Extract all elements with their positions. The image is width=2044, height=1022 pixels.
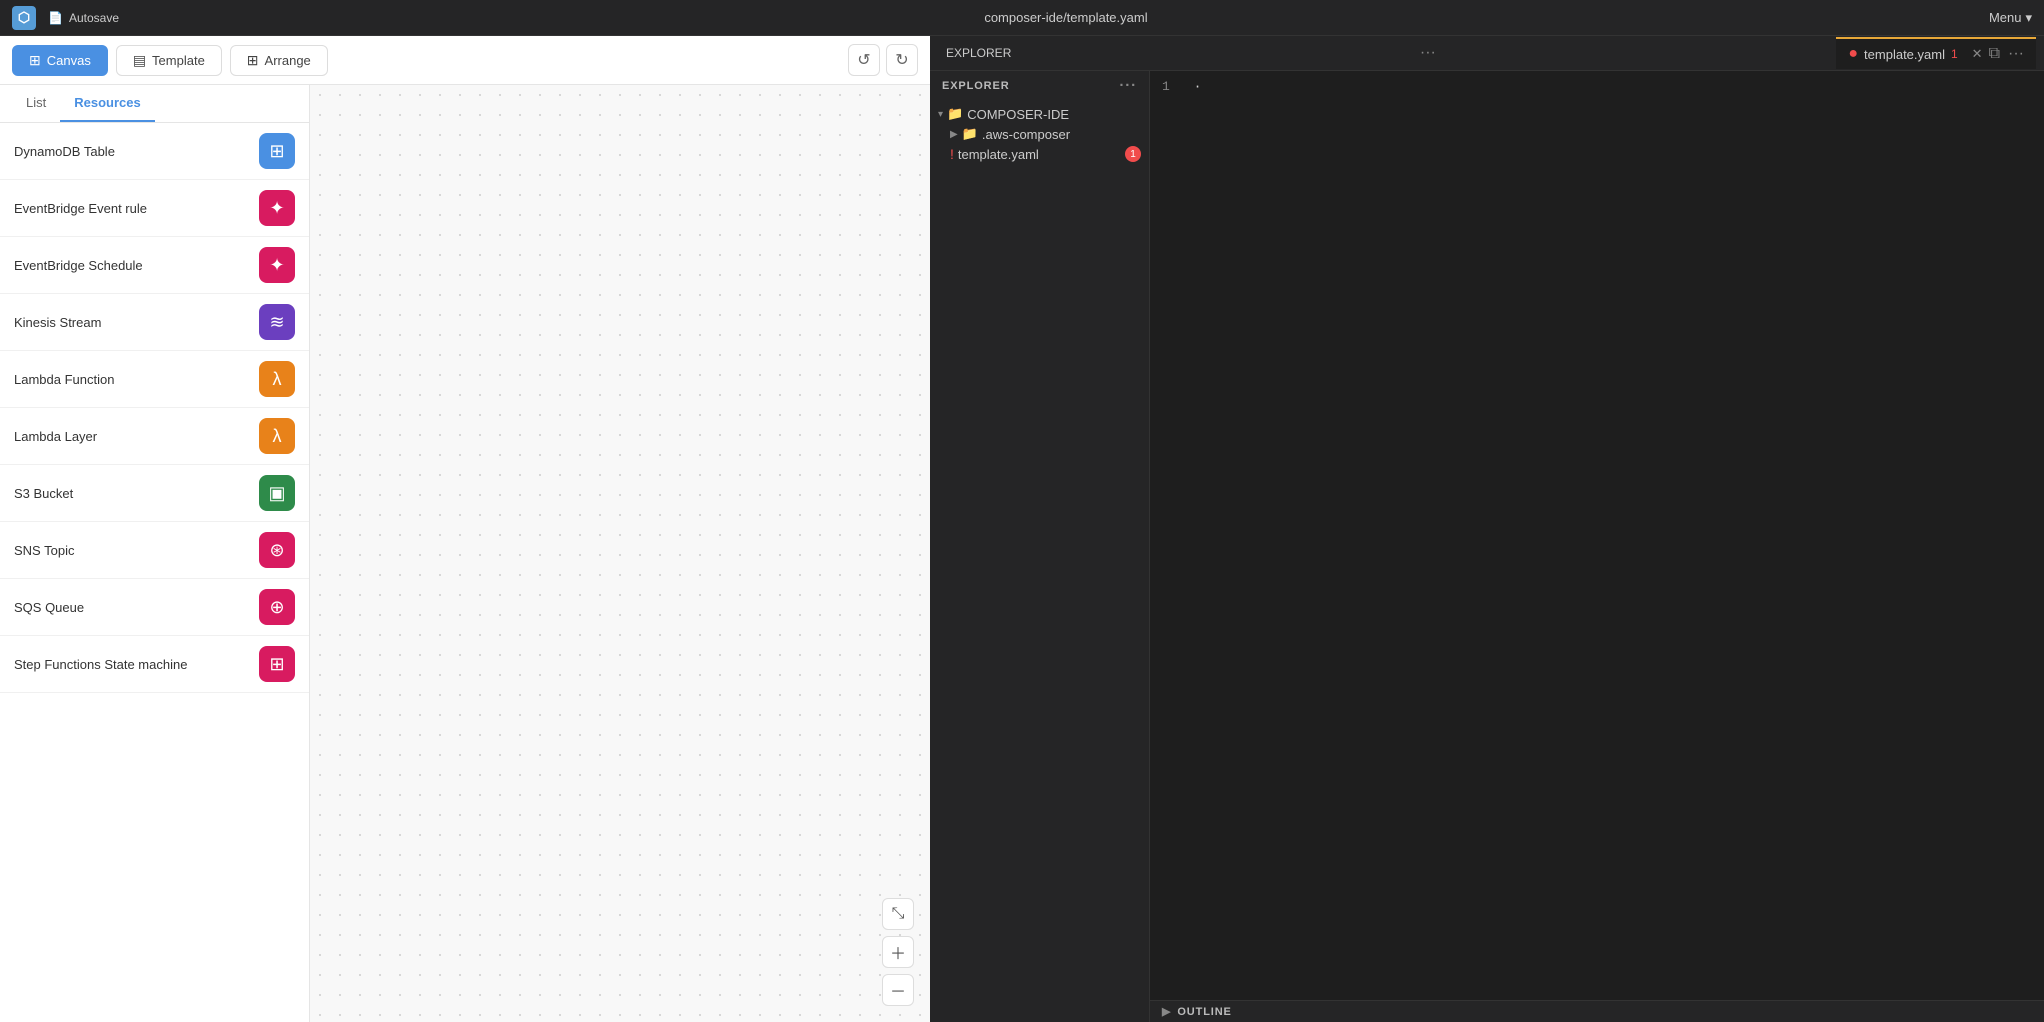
resource-item[interactable]: SNS Topic⊛ [0,522,309,579]
outline-arrow-icon: ▶ [1162,1005,1171,1018]
resource-item[interactable]: DynamoDB Table⊞ [0,123,309,180]
view-tabs-row: ⊞ Canvas ▤ Template ⊞ Arrange ↺ ↻ [0,36,930,85]
code-editor: 1 · ▶ OUTLINE [1150,71,2044,1022]
editor-tab-actions: ··· [1420,44,1436,62]
tree-template-file[interactable]: ! template.yaml 1 [930,144,1149,164]
resource-item[interactable]: EventBridge Event rule✦ [0,180,309,237]
resource-item[interactable]: S3 Bucket▣ [0,465,309,522]
resource-icon: ⊛ [259,532,295,568]
editor-split-buttons: ⧉ ··· [1989,45,2024,63]
topbar: ⬡ 📄 Autosave composer-ide/template.yaml … [0,0,2044,36]
tree-root-folder[interactable]: ▾ 📁 COMPOSER-IDE [930,104,1149,124]
close-tab-icon[interactable]: ✕ [1972,46,1983,62]
resource-icon: ≋ [259,304,295,340]
resource-item[interactable]: Step Functions State machine⊞ [0,636,309,693]
resource-icon: ✦ [259,247,295,283]
resource-icon: ⊞ [259,133,295,169]
editor-panel: EXPLORER ··· ● template.yaml 1 ✕ ⧉ ··· [930,36,2044,1022]
canvas-controls: ⤡ ＋ － [882,898,914,1006]
canvas-area[interactable]: ⤡ ＋ － [310,85,930,1022]
tab-resources[interactable]: Resources [60,85,154,122]
resource-item[interactable]: EventBridge Schedule✦ [0,237,309,294]
resource-icon: λ [259,418,295,454]
zoom-in-button[interactable]: ＋ [882,936,914,968]
explorer-title: EXPLORER [938,46,1019,60]
main-layout: ⊞ Canvas ▤ Template ⊞ Arrange ↺ ↻ List [0,36,2044,1022]
new-file-icon[interactable]: ··· [1119,77,1137,94]
split-editor-icon[interactable]: ⧉ [1989,45,2000,63]
chevron-down-icon: ▾ [2025,10,2032,26]
autosave-indicator: 📄 Autosave [48,11,119,25]
resource-list-panel: List Resources DynamoDB Table⊞EventBridg… [0,85,310,1022]
composer-body: List Resources DynamoDB Table⊞EventBridg… [0,85,930,1022]
tree-aws-composer-folder[interactable]: ▶ 📁 .aws-composer [930,124,1149,144]
resource-items-list: DynamoDB Table⊞EventBridge Event rule✦Ev… [0,123,309,1022]
canvas-icon: ⊞ [29,52,41,69]
folder-icon: 📁 [947,106,963,122]
editor-tabs-bar: EXPLORER ··· ● template.yaml 1 ✕ ⧉ ··· [930,36,2044,71]
expand-icon: ▶ [950,129,958,140]
explorer-header-actions: ··· [1119,77,1137,94]
zoom-out-button[interactable]: － [882,974,914,1006]
tab-list[interactable]: List [12,85,60,122]
resource-icon: ▣ [259,475,295,511]
app-logo[interactable]: ⬡ [12,6,36,30]
error-file-icon: ! [950,146,954,162]
resource-tabs: List Resources [0,85,309,123]
resource-item[interactable]: Lambda Functionλ [0,351,309,408]
resource-item[interactable]: Lambda Layerλ [0,408,309,465]
resource-icon: ⊞ [259,646,295,682]
outline-bar[interactable]: ▶ OUTLINE [1150,1000,2044,1022]
more-options-icon[interactable]: ··· [1420,44,1436,62]
explorer-header: EXPLORER ··· [930,71,1149,100]
undo-button[interactable]: ↺ [848,44,880,76]
explorer-tree-panel: EXPLORER ··· ▾ 📁 COMPOSER-IDE ▶ 📁 .aws-c… [930,71,1150,1022]
tab-template[interactable]: ▤ Template [116,45,222,76]
file-icon: 📄 [48,11,63,25]
explorer-tree: ▾ 📁 COMPOSER-IDE ▶ 📁 .aws-composer ! tem… [930,100,1149,1022]
menu-button[interactable]: Menu ▾ [1989,10,2032,26]
breadcrumb: composer-ide/template.yaml [143,10,1989,25]
resource-item[interactable]: Kinesis Stream≋ [0,294,309,351]
overflow-menu-icon[interactable]: ··· [2008,45,2024,63]
resource-icon: ⊕ [259,589,295,625]
collapse-icon: ▾ [938,109,943,120]
tab-canvas[interactable]: ⊞ Canvas [12,45,108,76]
editor-code-content[interactable]: 1 · [1150,71,2044,1000]
resource-item[interactable]: SQS Queue⊕ [0,579,309,636]
resource-icon: ✦ [259,190,295,226]
composer-panel: ⊞ Canvas ▤ Template ⊞ Arrange ↺ ↻ List [0,36,930,1022]
folder-icon2: 📁 [962,126,978,142]
error-dot-icon: ● [1848,45,1858,63]
template-icon: ▤ [133,52,146,69]
fit-view-button[interactable]: ⤡ [882,898,914,930]
tab-arrange[interactable]: ⊞ Arrange [230,45,328,76]
toolbar-undo-redo: ↺ ↻ [848,44,918,76]
resource-icon: λ [259,361,295,397]
redo-button[interactable]: ↻ [886,44,918,76]
editor-file-tab[interactable]: ● template.yaml 1 ✕ ⧉ ··· [1836,37,2036,69]
arrange-icon: ⊞ [247,52,259,69]
